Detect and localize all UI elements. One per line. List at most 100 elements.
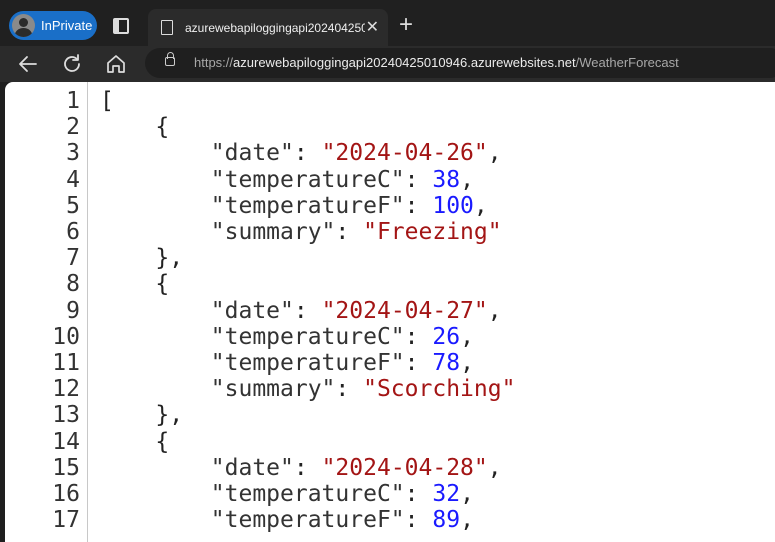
address-bar[interactable]: https://azurewebapiloggingapi20240425010… — [145, 48, 775, 78]
json-punct: : — [404, 192, 433, 219]
avatar — [12, 14, 35, 37]
line-code: "temperatureC": 32, — [100, 481, 474, 507]
json-punct — [100, 376, 211, 402]
json-string: "Scorching" — [363, 376, 516, 403]
line-code: "summary": "Scorching" — [100, 376, 516, 403]
json-punct: , — [460, 481, 474, 507]
json-number: 89 — [432, 507, 461, 534]
json-key: "date" — [210, 454, 294, 481]
line-code: { — [100, 114, 169, 140]
reload-icon — [64, 54, 80, 72]
json-punct: , — [487, 454, 502, 481]
json-punct: [ — [100, 88, 114, 114]
json-key: "temperatureF" — [210, 350, 405, 376]
line-number: 1 — [66, 88, 80, 114]
home-icon — [107, 55, 125, 73]
json-punct: , — [460, 507, 474, 534]
json-key: "temperatureF" — [210, 192, 405, 219]
line-number: 6 — [66, 219, 80, 245]
url-path: /WeatherForecast — [575, 55, 679, 70]
line-code: "date": "2024-04-27", — [100, 298, 502, 324]
json-punct: , — [460, 166, 474, 193]
line-number: 14 — [52, 428, 80, 455]
lock-icon[interactable] — [165, 52, 175, 66]
line-code: [ — [100, 88, 114, 114]
tab-actions-icon[interactable] — [110, 16, 130, 34]
json-punct: : — [335, 219, 364, 245]
json-string: "Freezing" — [363, 219, 502, 245]
toolbar: https://azurewebapiloggingapi20240425010… — [0, 46, 775, 82]
close-tab-icon[interactable]: ✕ — [366, 17, 379, 37]
json-punct — [100, 193, 211, 219]
json-punct — [100, 324, 211, 350]
json-punct: : — [404, 323, 433, 350]
line-code: }, — [100, 245, 183, 271]
reload-button[interactable] — [60, 52, 84, 76]
json-punct: }, — [100, 402, 184, 429]
json-punct — [100, 140, 211, 166]
json-punct: : — [293, 454, 322, 481]
line-number: 8 — [66, 271, 80, 298]
json-punct: : — [404, 350, 433, 376]
json-punct — [100, 455, 211, 481]
json-punct — [100, 350, 211, 376]
line-code: "temperatureF": 78, — [100, 350, 474, 376]
url-host: azurewebapiloggingapi20240425010946.azur… — [233, 55, 576, 70]
line-code: "temperatureC": 38, — [100, 167, 474, 193]
line-code: { — [100, 429, 169, 455]
page-icon — [161, 20, 173, 35]
json-punct: : — [293, 140, 322, 167]
line-number: 15 — [52, 454, 80, 481]
json-key: "summary" — [210, 219, 336, 245]
json-key: "temperatureC" — [210, 323, 405, 350]
json-key: "date" — [210, 140, 294, 167]
line-number: 16 — [52, 481, 80, 507]
json-punct: { — [100, 271, 170, 298]
json-punct: }, — [100, 245, 184, 272]
json-punct: , — [473, 192, 488, 219]
line-number: 12 — [52, 376, 80, 403]
line-code: "date": "2024-04-28", — [100, 455, 502, 481]
url-text[interactable]: https://azurewebapiloggingapi20240425010… — [194, 55, 679, 70]
back-button[interactable] — [16, 52, 40, 76]
json-punct: : — [404, 166, 433, 193]
json-punct — [100, 298, 211, 324]
json-punct: : — [335, 376, 364, 403]
line-code: "temperatureF": 89, — [100, 507, 474, 533]
json-key: "summary" — [210, 376, 336, 403]
json-punct — [100, 219, 211, 245]
line-code: "date": "2024-04-26", — [100, 140, 502, 166]
line-number: 3 — [66, 140, 80, 167]
json-punct — [100, 167, 211, 193]
line-code: "temperatureF": 100, — [100, 193, 488, 219]
line-number: 10 — [52, 323, 80, 350]
tab-strip: InPrivate azurewebapiloggingapi202404250… — [0, 0, 775, 46]
new-tab-icon[interactable]: + — [399, 10, 413, 40]
json-punct: , — [460, 323, 474, 350]
json-string: "2024-04-26" — [321, 140, 488, 167]
line-number: 13 — [52, 402, 80, 429]
line-number: 5 — [66, 192, 80, 219]
json-punct: , — [487, 140, 502, 167]
inprivate-badge[interactable]: InPrivate — [9, 11, 97, 40]
page-content[interactable]: 1 [2 {3 "date": "2024-04-26", 4 "temperatu… — [5, 82, 775, 542]
line-code: { — [100, 271, 169, 297]
line-number: 11 — [52, 350, 80, 376]
line-number: 9 — [66, 297, 80, 324]
url-scheme: https:// — [194, 55, 234, 70]
tab-title: azurewebapiloggingapi2024042501 — [185, 20, 365, 35]
json-number: 78 — [432, 350, 461, 376]
line-code: "summary": "Freezing" — [100, 219, 502, 245]
inprivate-label: InPrivate — [41, 18, 93, 33]
tab-weather-forecast[interactable]: azurewebapiloggingapi2024042501 ✕ — [148, 9, 388, 46]
json-punct — [100, 507, 211, 533]
json-punct: , — [487, 297, 502, 324]
home-button[interactable] — [104, 52, 128, 76]
json-key: "temperatureC" — [210, 481, 405, 507]
back-arrow-icon — [19, 56, 37, 72]
json-string: "2024-04-28" — [321, 454, 488, 481]
line-code: "temperatureC": 26, — [100, 324, 474, 350]
json-number: 38 — [432, 166, 461, 193]
json-punct: : — [404, 507, 433, 534]
json-punct: : — [293, 297, 322, 324]
